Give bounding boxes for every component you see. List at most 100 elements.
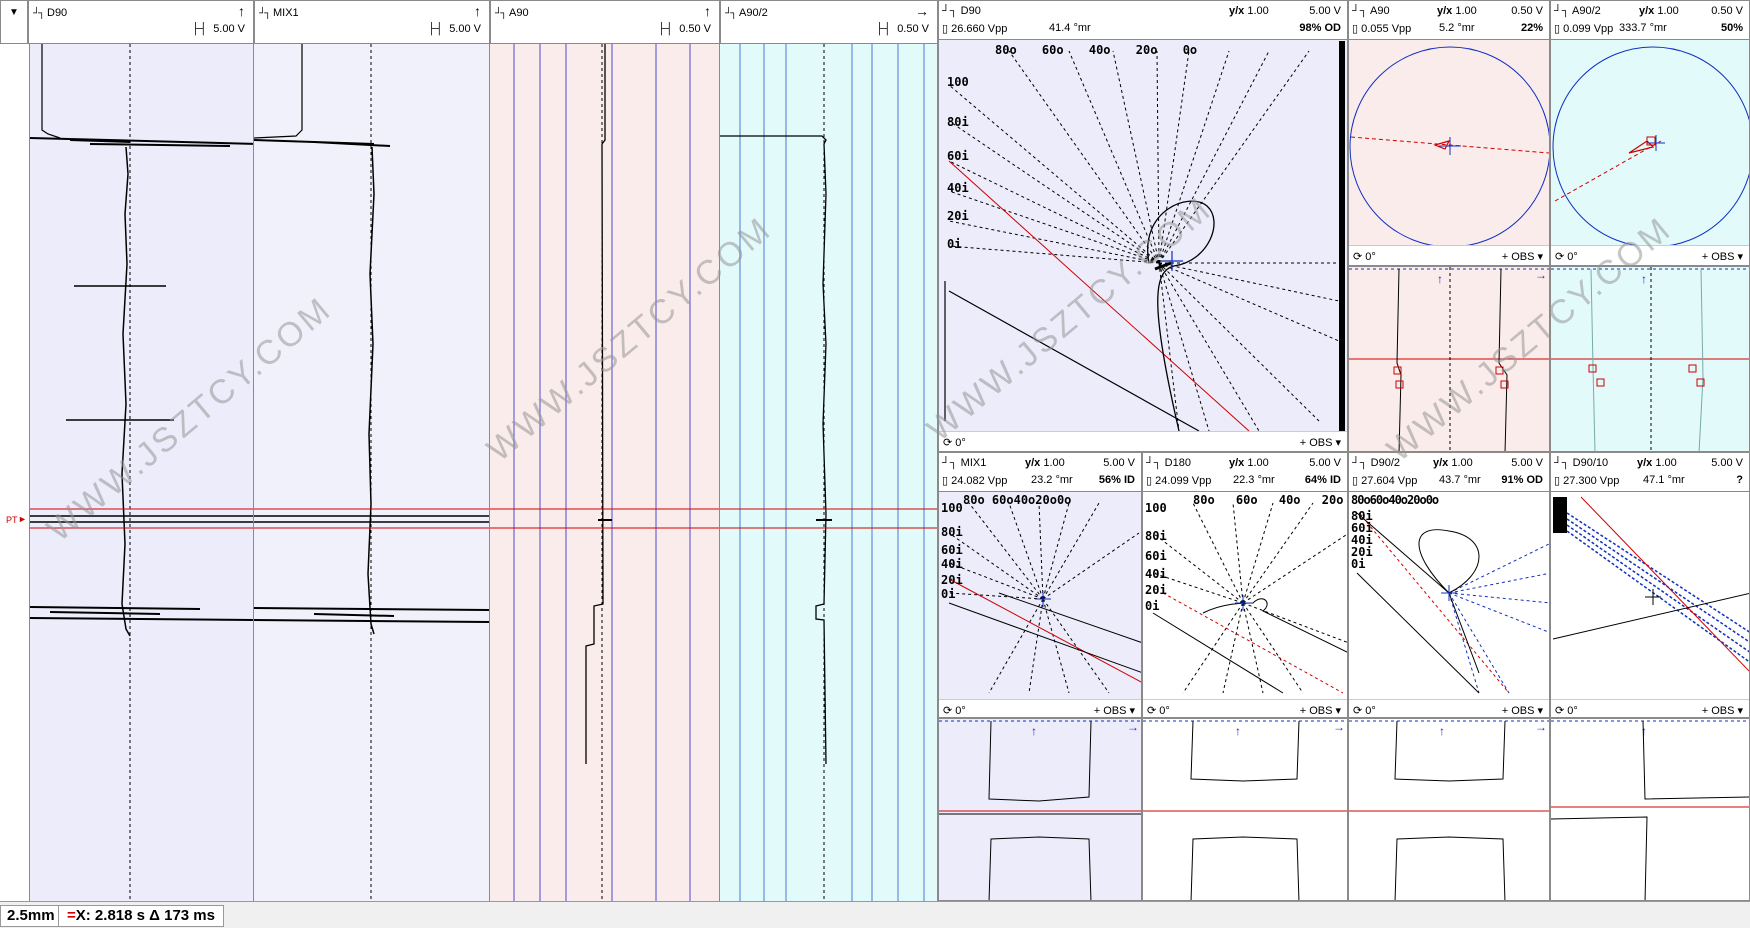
circle-plot — [1552, 46, 1749, 248]
mini-strip-a90-2[interactable]: ↑ — [1550, 266, 1750, 452]
mini-strip-mix1[interactable]: ↑ → — [938, 718, 1142, 901]
rotate-control[interactable]: ⟳ 0° — [1147, 704, 1170, 717]
strip-scale: 5.00 V — [449, 23, 481, 35]
lissajous-panel-mix1[interactable]: ┘┐ MIX1 y/x 1.00 5.00 V ▯ 24.082 Vpp 23.… — [938, 452, 1142, 718]
span-icon: ├┤ — [875, 23, 892, 35]
lissajous-footer: ⟳ 0° + OBS ▾ — [1551, 245, 1749, 265]
lissajous-footer: ⟳ 0° + OBS ▾ — [1349, 245, 1549, 265]
lissajous-footer: ⟳ 0° + OBS ▾ — [1349, 699, 1549, 717]
obs-dropdown[interactable]: + OBS ▾ — [1502, 250, 1543, 263]
arrow-up-icon: ↑ — [1641, 724, 1647, 738]
strip-scale: 0.50 V — [679, 23, 711, 35]
mini-strip-a90[interactable]: ↑ → — [1348, 266, 1550, 452]
obs-dropdown[interactable]: + OBS ▾ — [1300, 436, 1341, 449]
left-label: 60i — [947, 149, 969, 163]
strip-scale: 0.50 V — [897, 23, 929, 35]
scale-readout: 2.5mm — [0, 905, 62, 927]
strip-header-a90[interactable]: ┘┐ A90 ↑ ├┤ 0.50 V — [490, 0, 720, 44]
mini-strip-d90-10[interactable]: ↑ — [1550, 718, 1750, 901]
lissajous-footer: ⟳ 0° + OBS ▾ — [1143, 699, 1347, 717]
left-label: 100 — [947, 75, 969, 89]
signal-icon: ┘┐ — [33, 8, 45, 19]
arrow-up-icon: ↑ — [1437, 272, 1443, 286]
strip-trace — [490, 44, 719, 901]
rotate-control[interactable]: ⟳ 0° — [1555, 704, 1578, 717]
left-label: 40i — [941, 557, 963, 571]
strip-chart-mix1[interactable] — [254, 44, 490, 901]
strip-name: D90 — [47, 7, 68, 19]
strip-name: A90 — [509, 7, 529, 19]
top-axis-labels: 80o 60o40o20o0o — [963, 493, 1072, 507]
strip-header-d90[interactable]: ┘┐ D90 ↑ ├┤ 5.00 V — [28, 0, 254, 44]
strip-header-a90-2[interactable]: ┘┐ A90/2 → ├┤ 0.50 V — [720, 0, 938, 44]
strip-scale: 5.00 V — [213, 23, 245, 35]
status-bar: 2.5mm =X: 2.818 s Δ 173 ms — [0, 901, 1750, 928]
strip-chart-a90-2[interactable] — [720, 44, 938, 901]
left-label: 0i — [947, 237, 962, 251]
mini-trace: ↑ → — [1143, 720, 1347, 900]
rotate-control[interactable]: ⟳ 0° — [1353, 250, 1376, 263]
chevron-down-icon: ▼ — [9, 7, 19, 18]
menu-dropdown-button[interactable]: ▼ — [0, 0, 28, 44]
obs-dropdown[interactable]: + OBS ▾ — [1702, 704, 1743, 717]
lissajous-panel-d90[interactable]: ┘┐ D90 y/x 1.00 5.00 V ▯ 26.660 Vpp 41.4… — [938, 0, 1348, 452]
rotate-control[interactable]: ⟳ 0° — [1353, 704, 1376, 717]
cursor-readout: =X: 2.818 s Δ 173 ms — [58, 905, 224, 927]
left-label: 40i — [1145, 567, 1167, 581]
lissajous-plot — [1552, 496, 1749, 672]
lissajous-panel-a90-2[interactable]: ┘┐ A90/2 y/x 1.00 0.50 V ▯ 0.099 Vpp 333… — [1550, 0, 1750, 266]
span-icon: ├┤ — [657, 23, 674, 35]
lissajous-panel-d180[interactable]: ┘┐ D180 y/x 1.00 5.00 V ▯ 24.099 Vpp 22.… — [1142, 452, 1348, 718]
rotate-control[interactable]: ⟳ 0° — [943, 436, 966, 449]
left-label: 20i — [947, 209, 969, 223]
arrow-right-icon: → — [1333, 720, 1345, 734]
left-label: 80i — [941, 525, 963, 539]
lissajous-footer: ⟳ 0° + OBS ▾ — [939, 699, 1141, 717]
strip-chart-d90[interactable] — [30, 44, 254, 901]
marker-label[interactable]: PT — [6, 515, 18, 525]
signal-icon: ┘┐ — [495, 8, 507, 19]
mini-strip-d90-2[interactable]: ↑ → — [1348, 718, 1550, 901]
left-label: 20i — [1145, 583, 1167, 597]
strip-trace — [30, 44, 253, 901]
top-axis-labels: 80o 60o 40o 20o — [1193, 493, 1344, 507]
strip-header-mix1[interactable]: ┘┐ MIX1 ↑ ├┤ 5.00 V — [254, 0, 490, 44]
arrow-up-icon: ↑ — [1641, 272, 1647, 286]
rotate-control[interactable]: ⟳ 0° — [943, 704, 966, 717]
span-icon: ├┤ — [427, 23, 444, 35]
signal-icon: ┘┐ — [725, 8, 737, 19]
arrow-up-icon: ↑ — [1439, 724, 1445, 738]
left-label: 60i — [1145, 549, 1167, 563]
marker-gutter: PT ► — [0, 44, 30, 901]
lissajous-footer: ⟳ 0° + OBS ▾ — [939, 431, 1347, 451]
lissajous-panel-d90-2[interactable]: ┘┐ D90/2 y/x 1.00 5.00 V ▯ 27.604 Vpp 43… — [1348, 452, 1550, 718]
rotate-control[interactable]: ⟳ 0° — [1555, 250, 1578, 263]
left-label: 100 — [1145, 501, 1167, 515]
mini-strip-d180[interactable]: ↑ → — [1142, 718, 1348, 901]
arrow-right-icon: → — [915, 3, 929, 19]
left-label: 0i — [941, 587, 956, 601]
span-icon: ├┤ — [191, 23, 208, 35]
mini-trace: ↑ — [1551, 267, 1749, 451]
strip-trace — [720, 44, 937, 901]
arrow-up-icon: ↑ — [1235, 724, 1241, 738]
strip-name: A90/2 — [739, 7, 768, 19]
left-label: 60i — [941, 543, 963, 557]
top-axis-labels: 80o 60o 40o 20o 0o — [995, 43, 1198, 57]
arrow-up-icon: ↑ — [238, 3, 245, 19]
obs-dropdown[interactable]: + OBS ▾ — [1702, 250, 1743, 263]
strip-chart-a90[interactable] — [490, 44, 720, 901]
strip-name: MIX1 — [273, 7, 299, 19]
left-label: 20i — [941, 573, 963, 587]
lissajous-panel-d90-10[interactable]: ┘┐ D90/10 y/x 1.00 5.00 V ▯ 27.300 Vpp 4… — [1550, 452, 1750, 718]
obs-dropdown[interactable]: + OBS ▾ — [1300, 704, 1341, 717]
mini-trace: ↑ — [1551, 720, 1749, 900]
arrow-up-icon: ↑ — [704, 3, 711, 19]
obs-dropdown[interactable]: + OBS ▾ — [1502, 704, 1543, 717]
lissajous-panel-a90[interactable]: ┘┐ A90 y/x 1.00 0.50 V ▯ 0.055 Vpp 5.2 °… — [1348, 0, 1550, 266]
circle-plot — [1349, 46, 1549, 248]
obs-dropdown[interactable]: + OBS ▾ — [1094, 704, 1135, 717]
arrow-right-icon: → — [1535, 268, 1547, 282]
lissajous-plot — [944, 41, 1345, 433]
left-label: 0i — [1351, 557, 1366, 571]
